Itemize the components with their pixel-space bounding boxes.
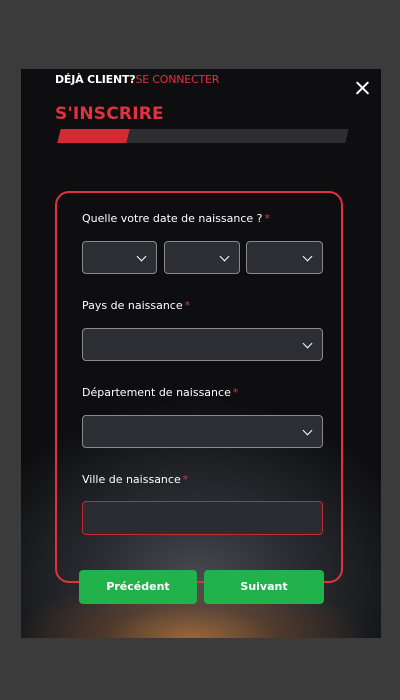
next-button[interactable]: Suivant bbox=[204, 570, 324, 604]
birth-department-select[interactable] bbox=[82, 415, 323, 448]
birthdate-label: Quelle votre date de naissance ? * bbox=[82, 212, 270, 225]
login-question: DÉJÀ CLIENT? bbox=[55, 73, 136, 86]
chevron-down-icon bbox=[219, 251, 230, 262]
signup-modal: DÉJÀ CLIENT?SE CONNECTER S'INSCRIRE Quel… bbox=[21, 69, 381, 638]
chevron-down-icon bbox=[302, 251, 313, 262]
birth-country-select[interactable] bbox=[82, 328, 323, 361]
previous-button[interactable]: Précédent bbox=[79, 570, 197, 604]
birth-city-input[interactable] bbox=[82, 501, 323, 535]
chevron-down-icon bbox=[302, 338, 313, 349]
login-prompt: DÉJÀ CLIENT?SE CONNECTER bbox=[55, 73, 219, 86]
birthdate-label-text: Quelle votre date de naissance ? bbox=[82, 212, 263, 225]
page-title: S'INSCRIRE bbox=[55, 104, 164, 124]
chevron-down-icon bbox=[302, 425, 313, 436]
birth-city-label: Ville de naissance * bbox=[82, 473, 188, 486]
required-marker: * bbox=[182, 473, 189, 486]
birth-city-label-text: Ville de naissance bbox=[82, 473, 181, 486]
required-marker: * bbox=[232, 386, 239, 399]
birth-month-select[interactable] bbox=[164, 241, 240, 274]
progress-fill bbox=[57, 129, 130, 143]
close-icon[interactable] bbox=[352, 77, 374, 99]
progress-bar bbox=[57, 129, 349, 143]
chevron-down-icon bbox=[136, 251, 147, 262]
birth-country-label: Pays de naissance * bbox=[82, 299, 190, 312]
birth-country-label-text: Pays de naissance bbox=[82, 299, 183, 312]
login-link[interactable]: SE CONNECTER bbox=[135, 73, 219, 86]
birth-department-label-text: Département de naissance bbox=[82, 386, 231, 399]
birth-department-label: Département de naissance * bbox=[82, 386, 238, 399]
birth-year-select[interactable] bbox=[246, 241, 323, 274]
signup-form: Quelle votre date de naissance ? * Pays d… bbox=[55, 191, 343, 583]
birth-day-select[interactable] bbox=[82, 241, 157, 274]
required-marker: * bbox=[184, 299, 191, 312]
required-marker: * bbox=[264, 212, 271, 225]
